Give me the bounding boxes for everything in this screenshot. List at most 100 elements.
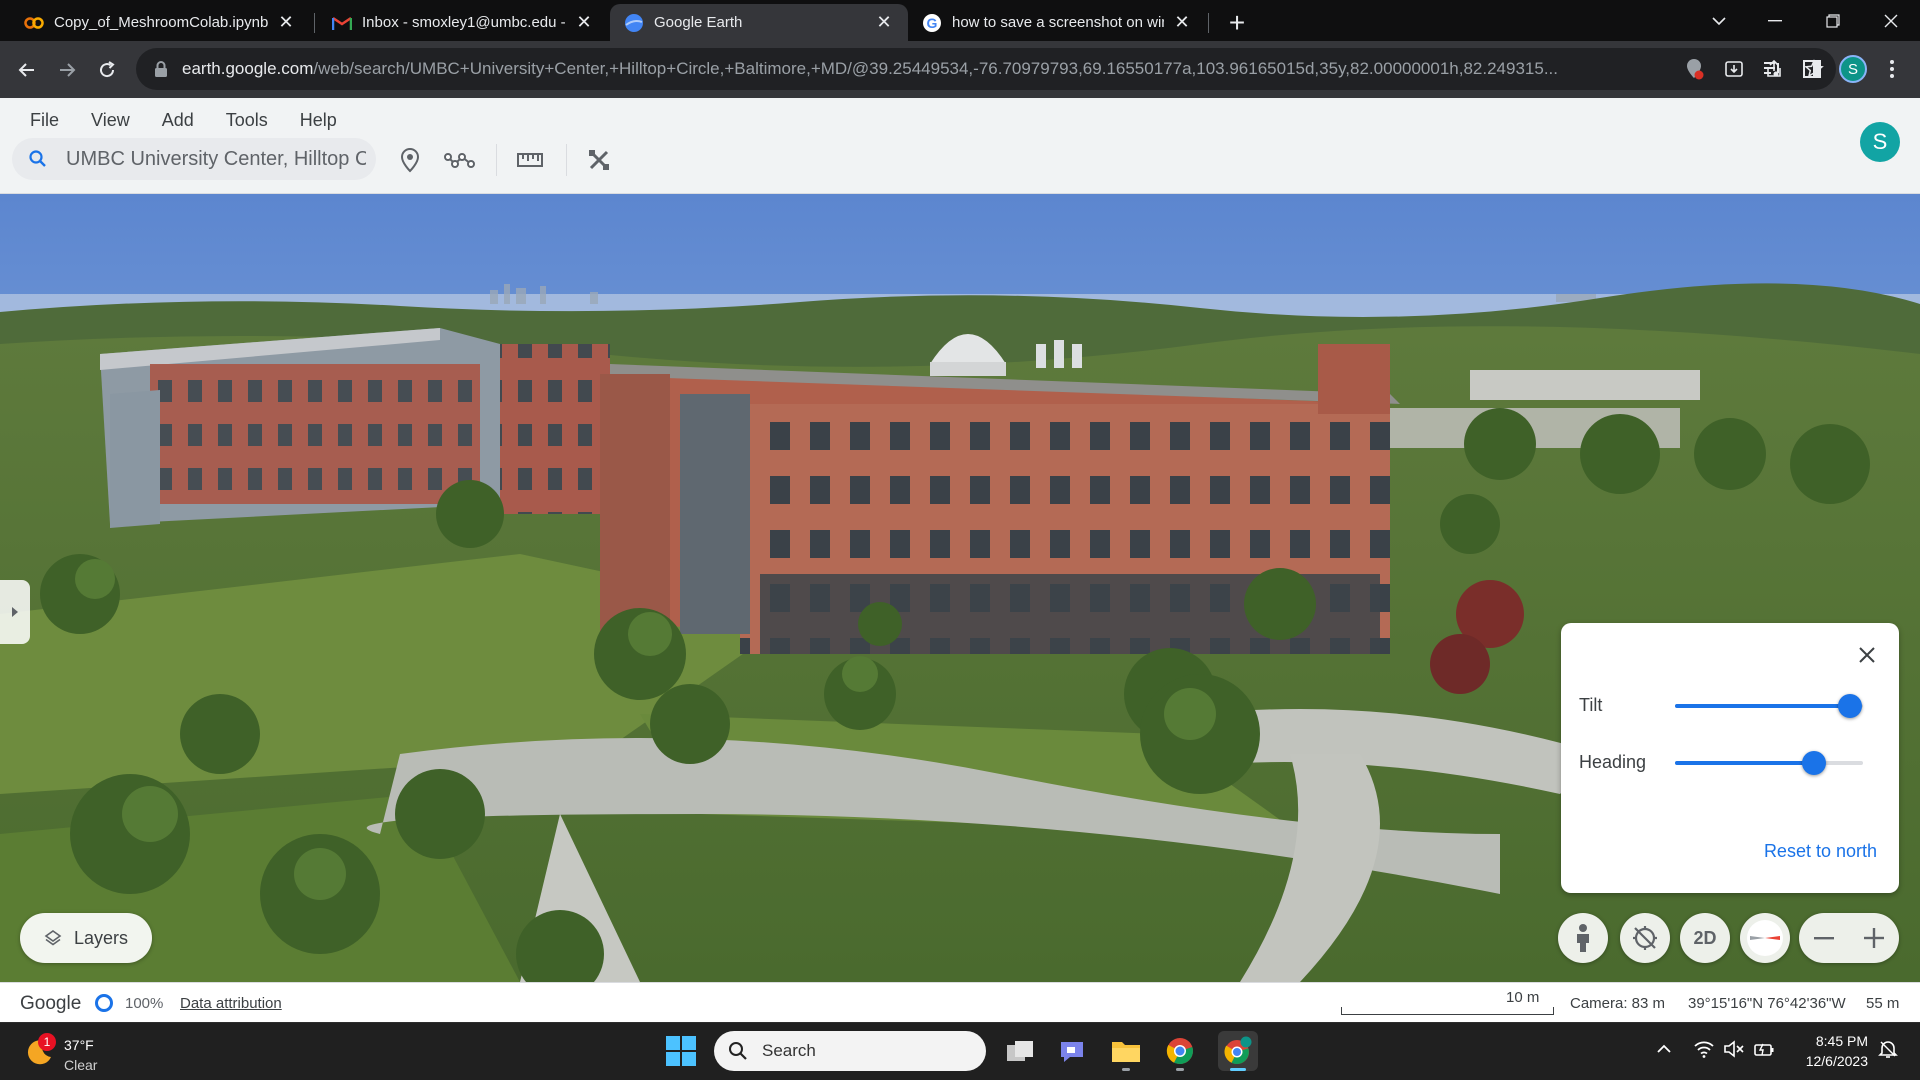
menu-tools[interactable]: Tools bbox=[210, 104, 284, 137]
volume-status[interactable] bbox=[1722, 1037, 1746, 1061]
restore-button[interactable] bbox=[1810, 0, 1856, 41]
tab-gmail[interactable]: Inbox - smoxley1@umbc.edu - U ✕ bbox=[318, 4, 608, 41]
active-indicator bbox=[1230, 1068, 1246, 1071]
close-window-button[interactable] bbox=[1868, 0, 1914, 41]
playlist-icon bbox=[1764, 62, 1779, 77]
lock-icon[interactable] bbox=[152, 60, 170, 78]
add-placemark-button[interactable] bbox=[392, 142, 428, 178]
file-explorer-button[interactable] bbox=[1106, 1031, 1146, 1071]
colab-icon bbox=[24, 13, 44, 33]
close-icon[interactable]: ✕ bbox=[1172, 12, 1192, 33]
slider-thumb[interactable] bbox=[1837, 694, 1862, 718]
windows-start-button[interactable] bbox=[665, 1035, 697, 1067]
compass-icon bbox=[1747, 920, 1783, 956]
ruler-icon bbox=[517, 153, 543, 167]
chat-icon bbox=[1061, 1042, 1083, 1062]
clock-time: 8:45 PM bbox=[1815, 1033, 1868, 1049]
taskbar-search-box[interactable]: Search bbox=[714, 1031, 986, 1071]
street-view-button[interactable] bbox=[1558, 913, 1608, 963]
data-attribution-link[interactable]: Data attribution bbox=[180, 995, 282, 1012]
teams-chat-button[interactable] bbox=[1052, 1031, 1092, 1071]
layers-button[interactable]: Layers bbox=[20, 913, 152, 963]
toggle-3d-rotation-button[interactable] bbox=[1620, 913, 1670, 963]
draw-path-button[interactable] bbox=[442, 142, 478, 178]
back-button[interactable] bbox=[9, 52, 45, 88]
toggle-2d-button[interactable]: 2D bbox=[1680, 913, 1730, 963]
plus-icon bbox=[1864, 928, 1884, 948]
tab-google-earth[interactable]: Google Earth ✕ bbox=[610, 4, 908, 41]
back-arrow-icon bbox=[18, 63, 34, 77]
battery-charging-icon bbox=[1754, 1043, 1774, 1056]
reload-button[interactable] bbox=[89, 52, 125, 88]
menu-help[interactable]: Help bbox=[284, 104, 353, 137]
close-icon[interactable]: ✕ bbox=[574, 12, 594, 33]
close-icon[interactable]: ✕ bbox=[874, 12, 894, 33]
zoom-in-button[interactable] bbox=[1849, 913, 1899, 963]
close-icon[interactable]: ✕ bbox=[276, 12, 296, 33]
notifications-button[interactable] bbox=[1876, 1037, 1900, 1061]
menu-file[interactable]: File bbox=[14, 104, 75, 137]
expand-sidebar-handle[interactable] bbox=[0, 580, 30, 644]
profile-button[interactable]: S bbox=[1837, 53, 1869, 85]
chevron-up-icon bbox=[1657, 1044, 1671, 1053]
layers-icon bbox=[44, 930, 62, 946]
zoom-out-button[interactable] bbox=[1799, 913, 1849, 963]
slider-fill bbox=[1675, 704, 1850, 708]
tab-google-search[interactable]: G how to save a screenshot on win ✕ bbox=[908, 4, 1206, 41]
menu-add[interactable]: Add bbox=[146, 104, 210, 137]
taskbar-search-label: Search bbox=[762, 1041, 816, 1060]
compass-button[interactable] bbox=[1740, 913, 1790, 963]
heading-slider[interactable] bbox=[1675, 747, 1863, 777]
system-clock[interactable]: 8:45 PM 12/6/2023 bbox=[1776, 1031, 1868, 1071]
search-icon bbox=[729, 1042, 747, 1060]
earth-status-bar: Google 100% Data attribution 10 m Camera… bbox=[0, 982, 1920, 1022]
search-icon[interactable] bbox=[28, 149, 48, 169]
search-input[interactable] bbox=[66, 147, 366, 171]
tab-colab[interactable]: Copy_of_MeshroomColab.ipynb ✕ bbox=[10, 4, 310, 41]
restore-icon bbox=[1826, 13, 1840, 28]
volume-muted-icon bbox=[1724, 1040, 1744, 1058]
tilt-slider[interactable] bbox=[1675, 690, 1863, 720]
browser-tab-strip: Copy_of_MeshroomColab.ipynb ✕ Inbox - sm… bbox=[0, 0, 1920, 41]
chrome-profile-taskbar-button[interactable] bbox=[1218, 1031, 1258, 1071]
pegman-icon bbox=[1577, 924, 1589, 952]
chrome-profile-icon bbox=[1224, 1036, 1252, 1064]
wifi-status[interactable] bbox=[1692, 1037, 1716, 1061]
heading-label: Heading bbox=[1579, 752, 1647, 772]
task-view-button[interactable] bbox=[1000, 1031, 1040, 1071]
minimize-button[interactable] bbox=[1752, 0, 1798, 41]
notification-bell-icon bbox=[1878, 1041, 1898, 1058]
location-blocked-icon[interactable] bbox=[1682, 57, 1706, 81]
reset-to-north-link[interactable]: Reset to north bbox=[1764, 841, 1877, 862]
forward-button[interactable] bbox=[49, 52, 85, 88]
menu-view[interactable]: View bbox=[75, 104, 146, 137]
show-hidden-icons-button[interactable] bbox=[1652, 1037, 1676, 1061]
tab-title: Google Earth bbox=[654, 14, 743, 31]
cursor-coordinates: 39°15'16"N 76°42'36"W bbox=[1688, 995, 1846, 1012]
install-app-icon[interactable] bbox=[1722, 57, 1746, 81]
earth-search-box[interactable] bbox=[12, 138, 376, 180]
chrome-taskbar-button[interactable] bbox=[1160, 1031, 1200, 1071]
customize-tools-button[interactable] bbox=[581, 142, 617, 178]
browser-menu-button[interactable] bbox=[1876, 53, 1908, 85]
address-bar[interactable]: earth.google.com/web/search/UMBC+Univers… bbox=[136, 48, 1836, 90]
slider-thumb[interactable] bbox=[1802, 751, 1827, 775]
google-earth-icon bbox=[624, 13, 644, 33]
panel-close-button[interactable] bbox=[1853, 641, 1881, 669]
scale-bar bbox=[1341, 1007, 1554, 1015]
tilt-label: Tilt bbox=[1579, 695, 1603, 715]
weather-widget[interactable]: 1 37°F Clear bbox=[22, 1029, 122, 1075]
side-panel-button[interactable] bbox=[1796, 53, 1828, 85]
tab-search-button[interactable] bbox=[1696, 0, 1742, 41]
url-text[interactable]: earth.google.com/web/search/UMBC+Univers… bbox=[182, 59, 1582, 79]
zoom-controls bbox=[1799, 913, 1899, 963]
measure-button[interactable] bbox=[512, 142, 548, 178]
loading-progress-icon bbox=[95, 994, 113, 1012]
close-icon bbox=[1884, 14, 1898, 27]
media-controls-button[interactable] bbox=[1756, 53, 1788, 85]
new-tab-button[interactable]: + bbox=[1222, 7, 1252, 38]
tab-title: Inbox - smoxley1@umbc.edu - U bbox=[362, 14, 566, 31]
earth-account-avatar[interactable]: S bbox=[1860, 122, 1900, 162]
battery-status[interactable] bbox=[1752, 1037, 1776, 1061]
earth-3d-view[interactable]: Tilt Heading Reset to north Layers 2D bbox=[0, 194, 1920, 982]
